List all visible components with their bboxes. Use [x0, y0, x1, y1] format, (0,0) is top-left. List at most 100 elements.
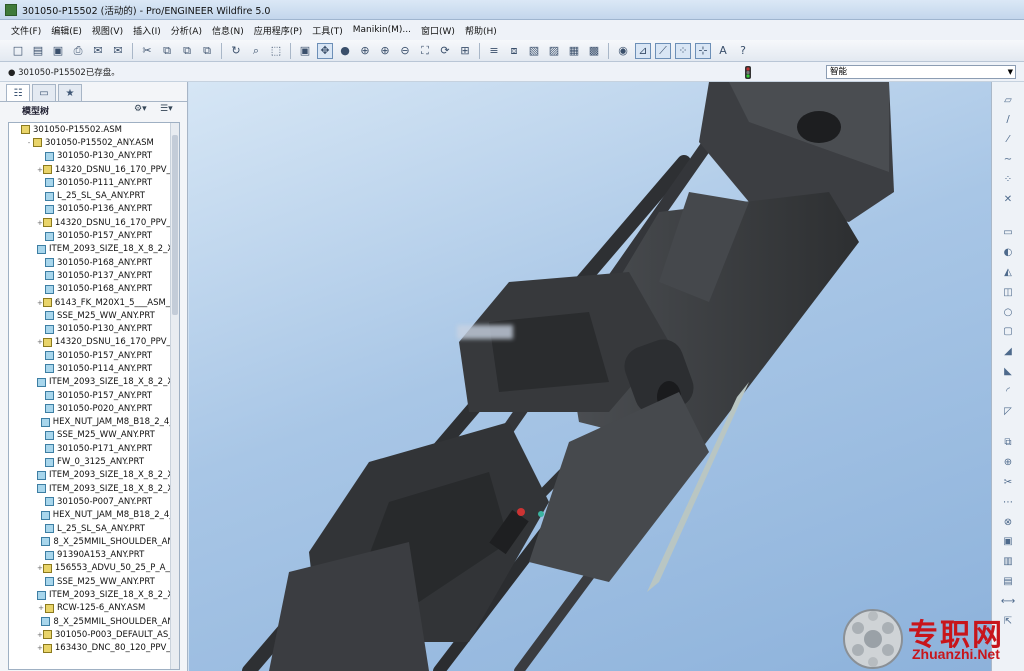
scrollbar-thumb[interactable] — [172, 135, 178, 315]
tree-settings-icon[interactable]: ⚙▾ — [134, 104, 147, 114]
expand-toggle-icon[interactable]: - — [25, 139, 33, 147]
graphics-viewport[interactable] — [189, 82, 991, 671]
tree-item[interactable]: 301050-P130_ANY.PRT — [9, 322, 179, 335]
menu-item[interactable]: 窗口(W) — [416, 24, 460, 37]
menu-item[interactable]: 工具(T) — [307, 24, 348, 37]
tree-item[interactable]: ITEM_2093_SIZE_18_X_8_2_X_0 — [9, 376, 179, 389]
extrude-icon[interactable]: ▭ — [1000, 225, 1016, 241]
folder-browser-tab[interactable]: ▭ — [32, 84, 56, 101]
spin-center-icon[interactable]: ✥ — [317, 42, 333, 59]
new-icon[interactable]: □ — [10, 43, 26, 59]
tree-item[interactable]: +6143_FK_M20X1_5___ASM_0_0 — [9, 296, 179, 309]
tree-item[interactable]: +163430_DNC_80_120_PPV_A_M — [9, 642, 179, 655]
tree-item[interactable]: 301050-P157_ANY.PRT — [9, 349, 179, 362]
menu-item[interactable]: 信息(N) — [207, 24, 249, 37]
tree-show-icon[interactable]: ☰▾ — [160, 104, 173, 114]
rib-icon[interactable]: ◢ — [1000, 344, 1016, 360]
tree-item[interactable]: FW_0_3125_ANY.PRT — [9, 455, 179, 468]
copy-icon[interactable]: ⧉ — [159, 43, 175, 59]
tree-item[interactable]: + RCW-125-6_ANY.ASM — [9, 602, 179, 615]
email-link-icon[interactable]: ✉ — [110, 43, 126, 59]
paste-special-icon[interactable]: ⧉ — [199, 43, 215, 59]
menu-item[interactable]: 插入(I) — [128, 24, 166, 37]
cut-icon[interactable]: ✂ — [139, 43, 155, 59]
tree-item[interactable]: +301050-P003_DEFAULT_AS_M — [9, 628, 179, 641]
reorient-icon[interactable]: ⟳ — [437, 43, 453, 59]
menu-item[interactable]: Manikin(M)... — [348, 25, 416, 35]
tree-item[interactable]: 301050-P168_ANY.PRT — [9, 256, 179, 269]
favorites-tab[interactable]: ★ — [58, 84, 82, 101]
tree-item[interactable]: SSE_M25_WW_ANY.PRT — [9, 575, 179, 588]
repaint-icon[interactable]: ▣ — [297, 43, 313, 59]
tree-item[interactable]: 301050-P007_ANY.PRT — [9, 495, 179, 508]
tree-item[interactable]: 301050-P136_ANY.PRT — [9, 203, 179, 216]
solidify-icon[interactable]: ▣ — [1000, 534, 1016, 550]
orient-icon[interactable]: ⊕ — [357, 43, 373, 59]
sketched-curve-icon[interactable]: ∼ — [1000, 151, 1016, 167]
datum-point-icon[interactable]: ⁘ — [1000, 171, 1016, 187]
print-icon[interactable]: ⎙ — [70, 43, 86, 59]
menu-item[interactable]: 分析(A) — [166, 24, 207, 37]
tree-item[interactable]: 8_X_25MMIL_SHOULDER_ANY — [9, 535, 179, 548]
variable-section-sweep-icon[interactable]: ◭ — [1000, 264, 1016, 280]
model-tree-tab[interactable]: ☷ — [6, 84, 30, 101]
tree-item[interactable]: ITEM_2093_SIZE_18_X_8_2_X_0 — [9, 482, 179, 495]
view-manager-icon[interactable]: ⧈ — [506, 43, 522, 59]
shell-icon[interactable]: ▢ — [1000, 324, 1016, 340]
datum-curve-icon[interactable]: ⁄ — [1000, 132, 1016, 148]
wireframe-icon[interactable]: ▧ — [526, 43, 542, 59]
tree-item[interactable]: 8_X_25MMIL_SHOULDER_ANY — [9, 615, 179, 628]
tree-item[interactable]: 301050-P171_ANY.PRT — [9, 442, 179, 455]
tree-item[interactable]: 301050-P137_ANY.PRT — [9, 269, 179, 282]
tree-item[interactable]: L_25_SL_SA_ANY.PRT — [9, 189, 179, 202]
datum-axes-icon[interactable]: ⟋ — [655, 42, 671, 59]
tree-item[interactable]: +14320_DSNU_16_170_PPV_A_ — [9, 336, 179, 349]
tree-item[interactable]: 91390A153_ANY.PRT — [9, 549, 179, 562]
revolve-icon[interactable]: ◐ — [1000, 245, 1016, 261]
email-icon[interactable]: ✉ — [90, 43, 106, 59]
menu-item[interactable]: 应用程序(P) — [249, 24, 307, 37]
tree-item[interactable]: L_25_SL_SA_ANY.PRT — [9, 522, 179, 535]
menu-item[interactable]: 视图(V) — [87, 24, 128, 37]
round-icon[interactable]: ◜ — [1000, 383, 1016, 399]
blend-icon[interactable]: ◫ — [1000, 284, 1016, 300]
tree-item[interactable]: - 301050-P15502_ANY.ASM — [9, 136, 179, 149]
saved-views-icon[interactable]: ⊞ — [457, 43, 473, 59]
zoom-in-icon[interactable]: ⊕ — [377, 43, 393, 59]
hole-icon[interactable]: ○ — [1000, 304, 1016, 320]
select-box-icon[interactable]: ⬚ — [268, 43, 284, 59]
tree-item[interactable]: 301050-P114_ANY.PRT — [9, 362, 179, 375]
layers-icon[interactable]: ≡ — [486, 43, 502, 59]
tree-item[interactable]: ITEM_2093_SIZE_18_X_8_2_X_0 — [9, 243, 179, 256]
save-icon[interactable]: ▣ — [50, 43, 66, 59]
tree-item[interactable]: +156553_ADVU_50_25_P_A___A — [9, 562, 179, 575]
context-help-icon[interactable]: ? — [735, 43, 751, 59]
datum-plane-icon[interactable]: ▱ — [1000, 92, 1016, 108]
hidden-line-icon[interactable]: ▨ — [546, 43, 562, 59]
tree-item[interactable]: ITEM_2093_SIZE_18_X_8_2_X_0 — [9, 588, 179, 601]
refit-icon[interactable]: ⛶ — [417, 43, 433, 59]
offset-icon[interactable]: ▤ — [1000, 573, 1016, 589]
mirror-icon[interactable]: ⧉ — [1000, 435, 1016, 451]
thicken-icon[interactable]: ▥ — [1000, 554, 1016, 570]
tree-item[interactable]: SSE_M25_WW_ANY.PRT — [9, 429, 179, 442]
merge-icon[interactable]: ⊕ — [1000, 455, 1016, 471]
tree-item[interactable]: 301050-P15502.ASM — [9, 123, 179, 136]
expand-toggle-icon[interactable]: + — [37, 604, 45, 612]
tree-item[interactable]: +14320_DSNU_16_170_PPV_A_ — [9, 216, 179, 229]
csys-icon[interactable]: ✕ — [1000, 191, 1016, 207]
tree-item[interactable]: +14320_DSNU_16_170_PPV_A_ — [9, 163, 179, 176]
datum-axis-icon[interactable]: / — [1000, 112, 1016, 128]
tree-item[interactable]: 301050-P157_ANY.PRT — [9, 229, 179, 242]
selection-filter-select[interactable]: 智能 ▼ — [826, 65, 1016, 79]
annotations-icon[interactable]: A — [715, 43, 731, 59]
menu-item[interactable]: 文件(F) — [6, 24, 46, 37]
tree-item[interactable]: ITEM_2093_SIZE_18_X_8_2_X_0 — [9, 469, 179, 482]
tree-scrollbar[interactable] — [170, 123, 179, 669]
pattern-icon[interactable]: ⋯ — [1000, 494, 1016, 510]
shading-icon[interactable]: ● — [337, 43, 353, 59]
draft-icon[interactable]: ◣ — [1000, 363, 1016, 379]
menu-item[interactable]: 帮助(H) — [460, 24, 502, 37]
find-icon[interactable]: ⌕ — [248, 43, 264, 59]
coordinate-systems-icon[interactable]: ⊹ — [695, 42, 711, 59]
